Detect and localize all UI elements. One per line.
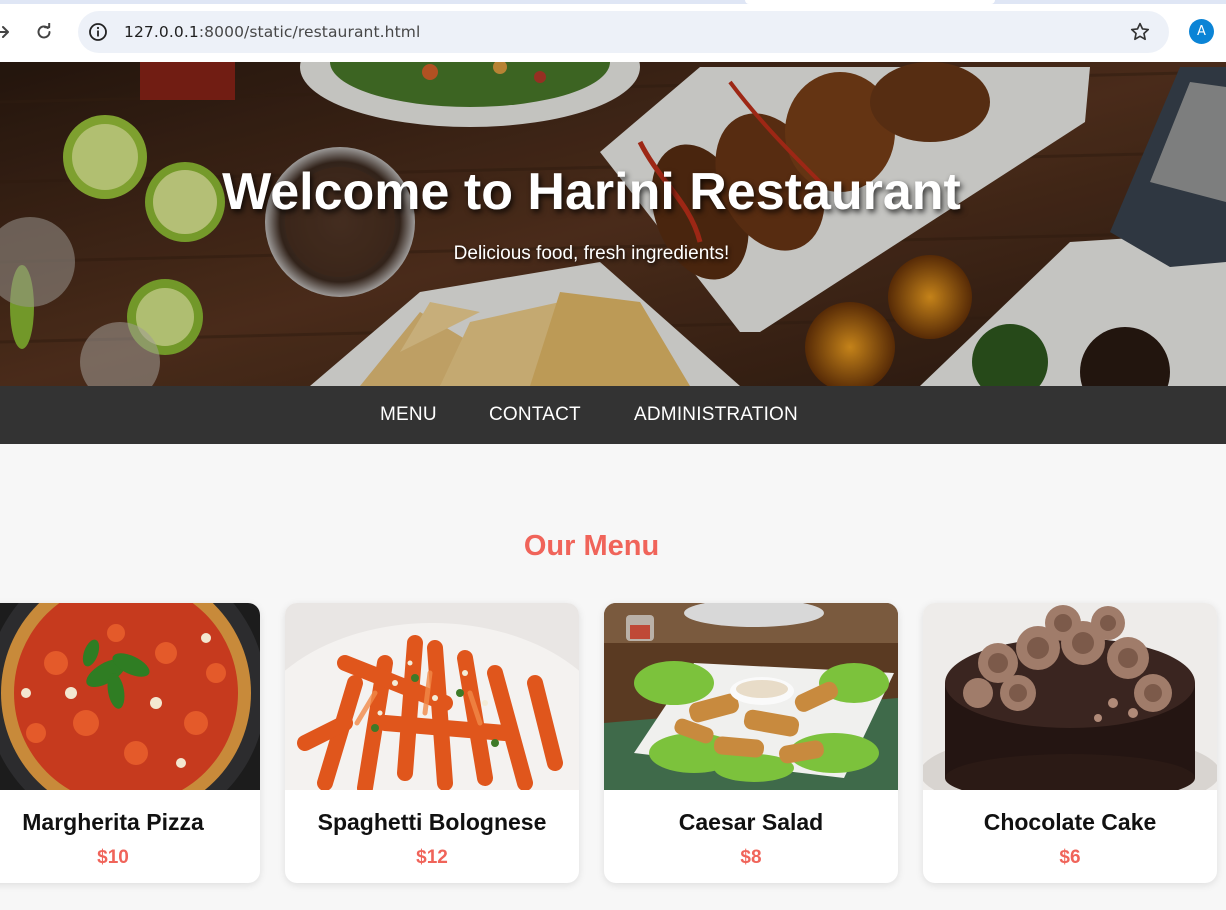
forward-icon[interactable] [0, 18, 16, 46]
menu-item-name: Chocolate Cake [983, 809, 1157, 835]
nav-link-menu[interactable]: MENU [380, 404, 437, 426]
browser-chrome: 127.0.0.1:8000/static/restaurant.html A [0, 0, 1226, 62]
hero-banner: Welcome to Harini Restaurant Delicious f… [0, 62, 1226, 386]
bookmark-star-icon[interactable] [1129, 21, 1151, 43]
hero-title: Welcome to Harini Restaurant [222, 163, 961, 221]
hero-overlay [0, 62, 1226, 386]
nav-link-administration[interactable]: ADMINISTRATION [634, 404, 798, 426]
menu-item-name: Caesar Salad [678, 809, 824, 835]
pizza-image [0, 603, 260, 790]
pasta-image [285, 603, 579, 790]
menu-item-price: $6 [1059, 847, 1081, 868]
url-host: 127.0.0.1 [124, 23, 199, 41]
cake-image [923, 603, 1217, 790]
menu-card-spaghetti-bolognese[interactable]: Spaghetti Bolognese $12 [285, 603, 579, 883]
menu-card-chocolate-cake[interactable]: Chocolate Cake $6 [923, 603, 1217, 883]
menu-item-price: $8 [740, 847, 762, 868]
menu-card-caesar-salad[interactable]: Caesar Salad $8 [604, 603, 898, 883]
nav-link-contact[interactable]: CONTACT [489, 404, 581, 426]
menu-card-margherita-pizza[interactable]: Margherita Pizza $10 [0, 603, 260, 883]
hero-subtitle: Delicious food, fresh ingredients! [453, 243, 730, 264]
menu-section-title: Our Menu [523, 530, 660, 562]
menu-item-name: Spaghetti Bolognese [317, 809, 547, 835]
menu-item-price: $10 [97, 847, 129, 868]
url-text[interactable]: 127.0.0.1:8000/static/restaurant.html [124, 23, 420, 41]
menu-item-price: $12 [416, 847, 448, 868]
reload-icon[interactable] [30, 18, 58, 46]
menu-item-name: Margherita Pizza [22, 809, 204, 835]
site-info-icon[interactable] [88, 22, 108, 42]
url-path: :8000/static/restaurant.html [198, 23, 421, 41]
salad-image [604, 603, 898, 790]
address-bar[interactable]: 127.0.0.1:8000/static/restaurant.html [78, 11, 1169, 53]
tab-strip [0, 0, 1226, 4]
profile-avatar[interactable]: A [1189, 19, 1214, 44]
main-navigation: MENU CONTACT ADMINISTRATION [0, 386, 1226, 444]
